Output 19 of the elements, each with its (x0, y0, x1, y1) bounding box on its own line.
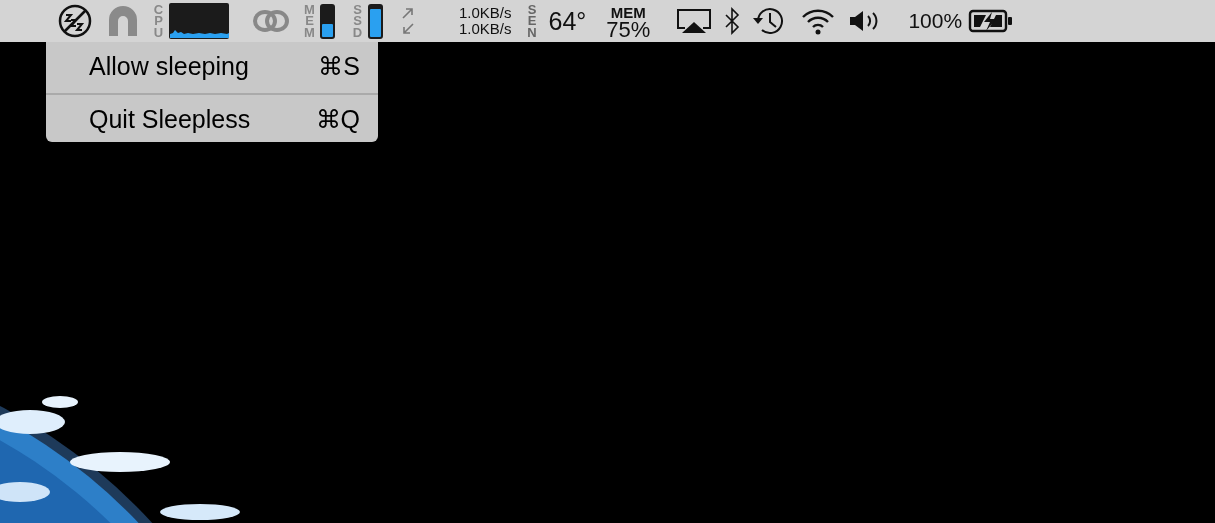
memory-label: MEM (303, 4, 316, 38)
menu-item[interactable]: Quit Sleepless ⌘Q (46, 99, 378, 142)
no-sleep-icon[interactable] (56, 4, 94, 38)
disk-label: SSD (351, 4, 364, 38)
battery-percent[interactable]: 100% (908, 9, 963, 33)
temperature[interactable]: 64° (548, 6, 587, 36)
cpu-label: CPU (152, 4, 165, 38)
memory-meter[interactable] (320, 3, 335, 39)
sensor-label: SEN (526, 4, 538, 38)
memory-title: MEM (610, 4, 646, 21)
disk-meter[interactable] (368, 3, 383, 39)
memory-percent[interactable]: 75% (606, 21, 651, 38)
menu-item[interactable]: Allow sleeping ⌘S (46, 46, 378, 89)
download-rate: 1.0KB/s (459, 21, 512, 37)
airplay-icon[interactable] (676, 8, 713, 34)
bluetooth-icon[interactable] (724, 7, 741, 35)
charging-battery-icon[interactable] (968, 8, 1015, 34)
cpu-graph[interactable] (169, 3, 229, 39)
upload-rate: 1.0KB/s (459, 5, 512, 21)
